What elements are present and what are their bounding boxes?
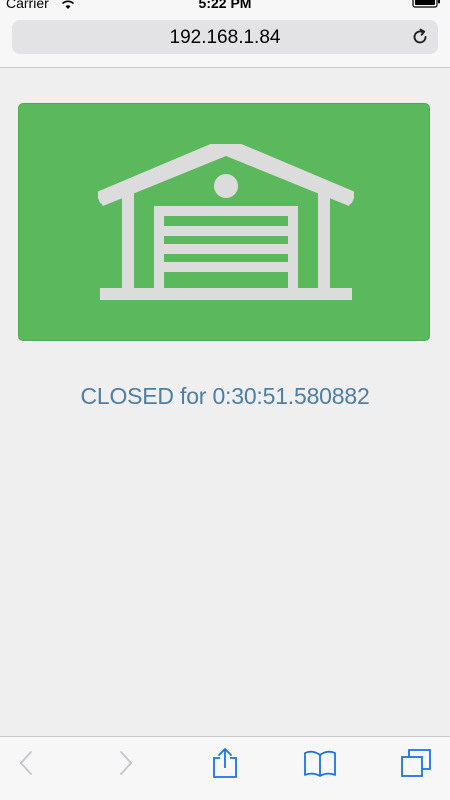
door-status-text: CLOSED for 0:30:51.580882 <box>80 383 370 409</box>
forward-icon <box>118 750 134 781</box>
share-button[interactable] <box>205 747 245 783</box>
back-button[interactable] <box>6 747 46 783</box>
share-icon <box>211 747 239 784</box>
address-bar: 192.168.1.84 <box>0 12 450 68</box>
garage-icon <box>95 137 357 309</box>
tabs-button[interactable] <box>396 747 436 783</box>
garage-door-button[interactable] <box>18 103 430 341</box>
url-text: 192.168.1.84 <box>169 27 281 48</box>
reload-icon[interactable] <box>410 27 430 52</box>
tabs-icon <box>400 748 432 783</box>
browser-toolbar <box>0 736 450 800</box>
status-bar: Carrier 5:22 PM <box>0 0 450 12</box>
bookmarks-icon <box>303 749 337 782</box>
forward-button[interactable] <box>106 747 146 783</box>
url-field[interactable]: 192.168.1.84 <box>12 20 438 54</box>
bookmarks-button[interactable] <box>300 747 340 783</box>
status-clock: 5:22 PM <box>198 0 252 11</box>
screen: Carrier 5:22 PM 192.168.1.84 CLOSED for … <box>0 0 450 800</box>
back-icon <box>18 750 34 781</box>
